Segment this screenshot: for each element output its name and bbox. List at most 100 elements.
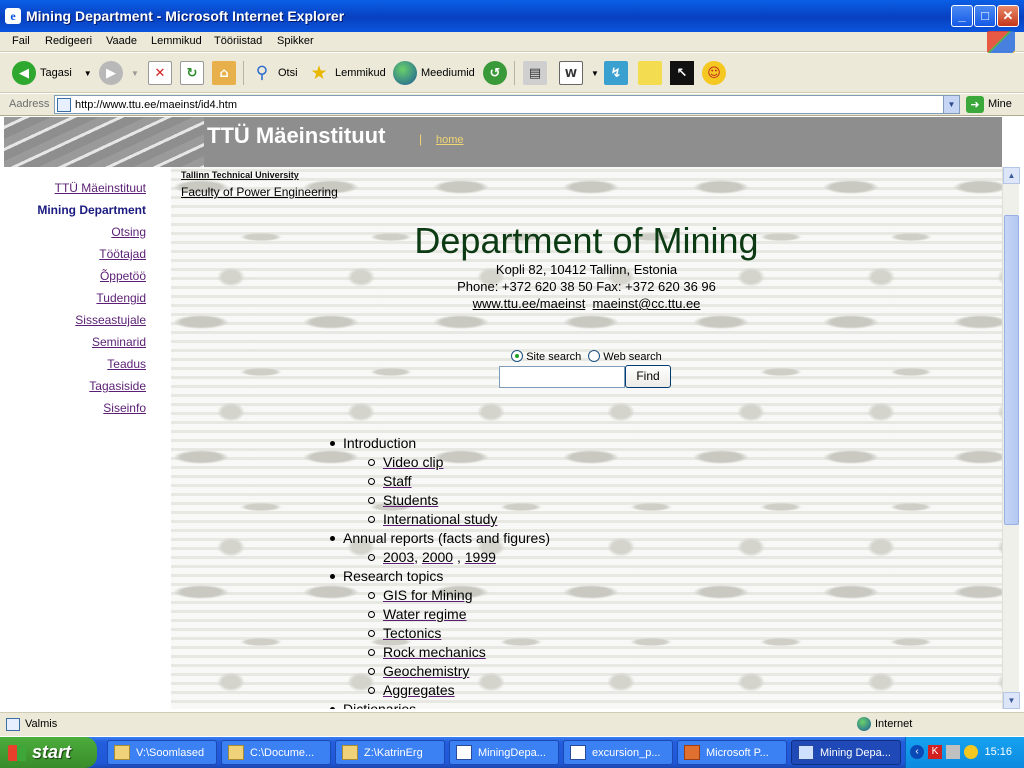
search-label: Otsi xyxy=(278,67,298,79)
tray-expand-icon[interactable]: ‹ xyxy=(910,745,924,759)
task-documents[interactable]: C:\Docume... xyxy=(221,740,331,765)
home-link[interactable]: home xyxy=(436,134,464,146)
find-button[interactable]: Find xyxy=(625,365,671,388)
sidebar-item-sisseastujale[interactable]: Sisseastujale xyxy=(75,313,146,327)
phone-fax: Phone: +372 620 38 50 Fax: +372 620 36 9… xyxy=(457,279,716,294)
link-international-study[interactable]: International study xyxy=(383,511,497,527)
task-label: MiningDepa... xyxy=(478,746,546,759)
favorites-button[interactable]: ★ Lemmikud xyxy=(307,59,385,87)
link-water-regime[interactable]: Water regime xyxy=(383,606,467,622)
cursor-icon: ↖ xyxy=(670,61,694,85)
media-button[interactable]: Meediumid xyxy=(393,59,475,87)
minimize-button[interactable]: _ xyxy=(951,5,973,27)
messenger-button[interactable]: ↯ xyxy=(604,59,632,87)
link-report-1999[interactable]: 1999 xyxy=(465,549,496,565)
network-icon[interactable] xyxy=(946,745,960,759)
word-doc-icon xyxy=(570,745,586,760)
menu-favorites[interactable]: Lemmikud xyxy=(151,35,202,47)
printer-icon: ▤ xyxy=(523,61,547,85)
smiley-button[interactable]: ☺ xyxy=(702,59,730,87)
home-icon: ⌂ xyxy=(212,61,236,85)
sidebar-item-tootajad[interactable]: Töötajad xyxy=(99,247,146,261)
sidebar-item-siseinfo[interactable]: Siseinfo xyxy=(103,401,146,415)
menu-edit[interactable]: Redigeeri xyxy=(45,35,92,47)
folder-icon xyxy=(114,745,130,760)
sidebar-item-teadus[interactable]: Teadus xyxy=(107,357,146,371)
menu-bar: Fail Redigeeri Vaade Lemmikud Tööriistad… xyxy=(0,32,1024,52)
status-text: Valmis xyxy=(25,718,58,730)
scroll-thumb[interactable] xyxy=(1004,215,1019,525)
sidebar-item-otsing[interactable]: Otsing xyxy=(111,225,146,239)
edit-button[interactable]: W ▼ xyxy=(559,59,599,87)
address-input[interactable]: http://www.ttu.ee/maeinst/id4.htm ▼ xyxy=(54,95,960,114)
web-search-radio[interactable] xyxy=(588,350,601,362)
refresh-button[interactable]: ↻ xyxy=(180,59,208,87)
sidebar-item-tagasiside[interactable]: Tagasiside xyxy=(89,379,146,393)
menu-tools[interactable]: Tööriistad xyxy=(214,35,262,47)
link-video-clip[interactable]: Video clip xyxy=(383,454,443,470)
web-search-label[interactable]: Web search xyxy=(603,351,662,363)
zone-label: Internet xyxy=(875,718,913,730)
address-url[interactable]: http://www.ttu.ee/maeinst/id4.htm xyxy=(75,99,237,111)
history-icon: ↺ xyxy=(483,61,507,85)
link-geochemistry[interactable]: Geochemistry xyxy=(383,663,469,679)
scroll-up-icon[interactable]: ▲ xyxy=(1003,167,1020,184)
menu-file[interactable]: Fail xyxy=(12,35,30,47)
search-input[interactable] xyxy=(499,366,625,388)
menu-view[interactable]: Vaade xyxy=(106,35,137,47)
link-report-2000[interactable]: 2000 xyxy=(422,549,453,565)
stop-button[interactable]: ✕ xyxy=(148,59,176,87)
scroll-down-icon[interactable]: ▼ xyxy=(1003,692,1020,709)
history-button[interactable]: ↺ xyxy=(483,59,511,87)
link-staff[interactable]: Staff xyxy=(383,473,412,489)
edit-dropdown-icon[interactable]: ▼ xyxy=(591,69,599,78)
link-gis-for-mining[interactable]: GIS for Mining xyxy=(383,587,472,603)
link-rock-mechanics[interactable]: Rock mechanics xyxy=(383,644,486,660)
sidebar-item-oppetoo[interactable]: Õppetöö xyxy=(100,269,146,283)
back-dropdown-icon[interactable]: ▼ xyxy=(84,69,92,78)
note-button[interactable] xyxy=(638,59,666,87)
antivirus-icon[interactable]: K xyxy=(928,745,942,759)
link-tectonics[interactable]: Tectonics xyxy=(383,625,441,641)
print-button[interactable]: ▤ xyxy=(523,59,551,87)
go-button[interactable]: Mine xyxy=(988,98,1012,110)
task-mining-depa-ie[interactable]: Mining Depa... xyxy=(791,740,901,765)
link-report-2003[interactable]: 2003 xyxy=(383,549,414,565)
forward-button[interactable]: ▶ ▼ xyxy=(99,59,139,87)
menu-help[interactable]: Spikker xyxy=(277,35,314,47)
search-button[interactable]: ⚲ Otsi xyxy=(250,59,298,87)
title-bar[interactable]: e Mining Department - Microsoft Internet… xyxy=(0,0,1024,32)
site-search-label[interactable]: Site search xyxy=(526,351,581,363)
sidebar-item-tudengid[interactable]: Tudengid xyxy=(96,291,146,305)
task-label: Mining Depa... xyxy=(820,746,891,759)
sidebar-item-maeinstituut[interactable]: TTÜ Mäeinstituut xyxy=(55,181,146,195)
link-aggregates[interactable]: Aggregates xyxy=(383,682,455,698)
forward-dropdown-icon[interactable]: ▼ xyxy=(131,69,139,78)
task-soomlased[interactable]: V:\Soomlased xyxy=(107,740,217,765)
task-miningdepa-doc[interactable]: MiningDepa... xyxy=(449,740,559,765)
sidebar-item-mining-department[interactable]: Mining Department xyxy=(37,203,146,217)
home-button[interactable]: ⌂ xyxy=(212,59,240,87)
back-button[interactable]: ◀ Tagasi ▼ xyxy=(12,59,92,87)
site-search-radio[interactable] xyxy=(511,350,524,362)
page-icon xyxy=(57,98,71,112)
task-excursion[interactable]: excursion_p... xyxy=(563,740,673,765)
page-status-icon xyxy=(6,718,20,731)
address-dropdown-icon[interactable]: ▼ xyxy=(943,96,959,113)
task-powerpoint[interactable]: Microsoft P... xyxy=(677,740,787,765)
university-link[interactable]: Tallinn Technical University xyxy=(181,170,299,180)
start-button[interactable]: start xyxy=(0,737,97,768)
email-link[interactable]: maeinst@cc.ttu.ee xyxy=(593,296,701,311)
smiley-tray-icon[interactable] xyxy=(964,745,978,759)
faculty-link[interactable]: Faculty of Power Engineering xyxy=(181,185,338,199)
go-arrow-icon[interactable]: ➜ xyxy=(966,96,984,113)
vertical-scrollbar[interactable]: ▲ ▼ xyxy=(1002,167,1020,709)
website-link[interactable]: www.ttu.ee/maeinst xyxy=(473,296,586,311)
sidebar-item-seminarid[interactable]: Seminarid xyxy=(92,335,146,349)
task-katrinerg[interactable]: Z:\KatrinErg xyxy=(335,740,445,765)
link-students[interactable]: Students xyxy=(383,492,438,508)
maximize-button[interactable]: □ xyxy=(974,5,996,27)
cursor-button[interactable]: ↖ xyxy=(670,59,698,87)
clock[interactable]: 15:16 xyxy=(984,746,1012,758)
close-button[interactable]: ✕ xyxy=(997,5,1019,27)
